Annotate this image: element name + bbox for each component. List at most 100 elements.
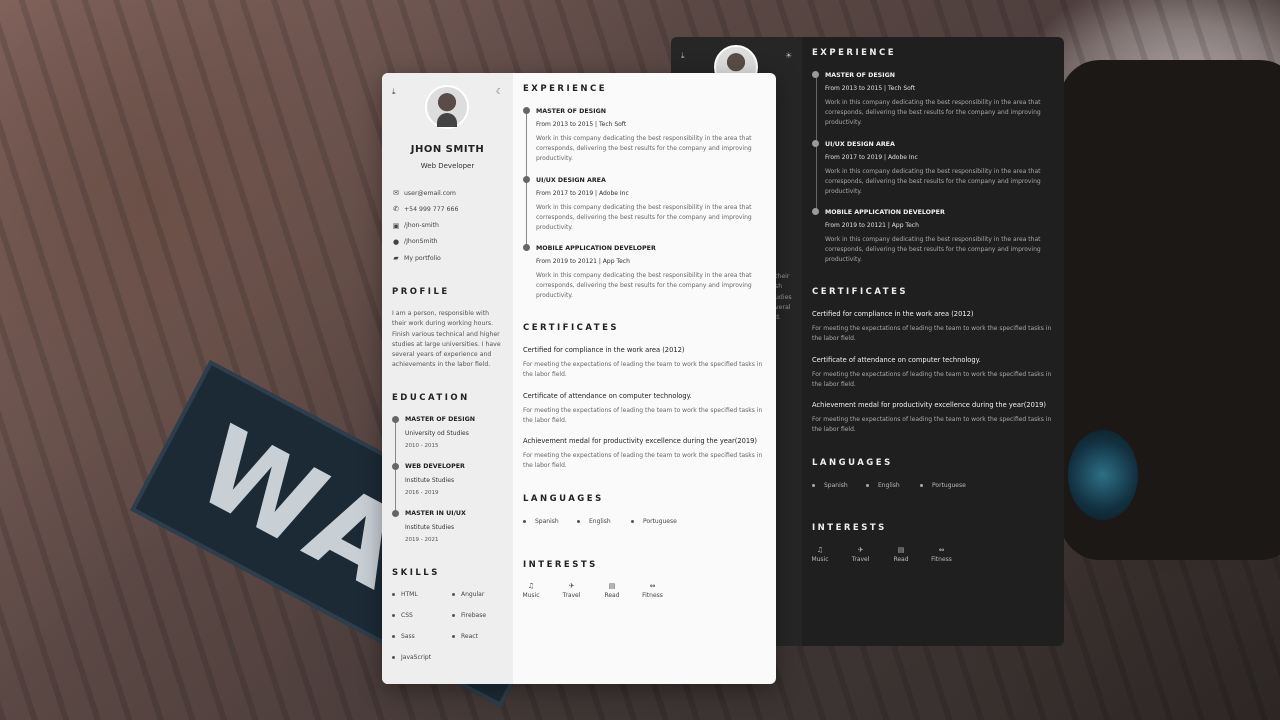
education-title: MASTER IN UI/UX xyxy=(405,510,466,517)
contact-text[interactable]: user@email.com xyxy=(404,190,456,197)
timeline-dot xyxy=(812,139,819,147)
education-school: University od Studies xyxy=(405,430,469,437)
language-item: English xyxy=(577,518,611,525)
contact-item[interactable]: ▣ /jhon-smith xyxy=(392,222,439,230)
dark-peek-text: udies xyxy=(775,293,792,301)
moon-icon[interactable]: ☾ xyxy=(496,87,503,96)
contact-text[interactable]: My portfolio xyxy=(404,255,441,262)
skill-item: CSS xyxy=(392,612,413,619)
education-heading: EDUCATION xyxy=(392,393,470,403)
experience-title: MOBILE APPLICATION DEVELOPER xyxy=(536,245,656,252)
interests-heading: INTERESTS xyxy=(812,523,887,533)
folder-icon: ▰ xyxy=(393,254,399,263)
language-item: Portuguese xyxy=(631,518,677,525)
certificate-title: Achievement medal for productivity excel… xyxy=(812,401,1046,409)
download-icon[interactable]: ⤓ xyxy=(392,87,396,97)
interest-label: Travel xyxy=(562,592,581,599)
contact-item[interactable]: ✉ user@email.com xyxy=(392,189,456,197)
certificate-title: Certified for compliance in the work are… xyxy=(523,346,685,354)
experience-meta: From 2019 to 20121 | App Tech xyxy=(536,258,630,265)
dark-peek-text: veral xyxy=(775,303,791,311)
timeline-dot xyxy=(812,71,819,78)
profile-name: JHON SMITH xyxy=(410,144,485,155)
interest-item: ✈ Travel xyxy=(846,546,876,563)
certificate-title: Certified for compliance in the work are… xyxy=(812,310,974,318)
timeline-dot xyxy=(523,107,530,114)
education-title: WEB DEVELOPER xyxy=(405,463,465,470)
experience-description: Work in this company dedicating the best… xyxy=(825,167,1041,195)
timeline-dot xyxy=(392,463,399,470)
experience-description: Work in this company dedicating the best… xyxy=(536,135,752,162)
language-item: English xyxy=(866,482,900,489)
languages-heading: LANGUAGES xyxy=(523,494,604,504)
resume-main: EXPERIENCE MASTER OF DESIGN From 2013 to … xyxy=(513,73,776,684)
github-icon: ● xyxy=(392,237,400,246)
certificate-description: For meeting the expectations of leading … xyxy=(812,370,1052,388)
experience-title: MOBILE APPLICATION DEVELOPER xyxy=(825,209,945,216)
headphones-icon: ♫ xyxy=(527,582,535,590)
dark-main: EXPERIENCE MASTER OF DESIGN From 2013 to … xyxy=(802,37,1064,646)
timeline-dot xyxy=(392,416,399,423)
contact-item[interactable]: ✆ +54 999 777 666 xyxy=(392,205,458,213)
headphones-icon: ♫ xyxy=(816,546,824,554)
traffic-light-lamp xyxy=(1068,430,1138,520)
skill-item: Firebase xyxy=(452,612,486,619)
skills-heading: SKILLS xyxy=(392,568,440,578)
language-item: Spanish xyxy=(523,518,559,525)
certificate-title: Certificate of attendance on computer te… xyxy=(812,355,981,364)
timeline-dot xyxy=(812,208,819,215)
experience-title: MASTER OF DESIGN xyxy=(536,108,607,115)
sun-icon[interactable]: ☀ xyxy=(785,51,792,60)
education-school: Institute Studies xyxy=(405,524,455,531)
skill-item: Sass xyxy=(392,633,415,640)
interest-item: ▤ Read xyxy=(886,546,916,563)
experience-heading: EXPERIENCE xyxy=(523,84,608,94)
interest-label: Read xyxy=(604,592,620,599)
interest-item: ⇔ Fitness xyxy=(927,546,957,563)
interest-item: ♫ Music xyxy=(805,546,835,563)
interest-label: Fitness xyxy=(642,592,663,599)
interest-item: ♫ Music xyxy=(516,582,546,599)
experience-meta: From 2019 to 20121 | App Tech xyxy=(825,222,919,229)
experience-meta: From 2017 to 2019 | Adobe Inc xyxy=(536,189,629,197)
contact-text[interactable]: /jhon-smith xyxy=(404,222,439,229)
certificate-description: For meeting the expectations of leading … xyxy=(523,452,763,469)
certificate-title: Achievement medal for productivity excel… xyxy=(523,437,757,445)
contact-item[interactable]: ● /JhonSmith xyxy=(392,238,438,246)
book-icon: ▤ xyxy=(608,582,616,590)
contact-text[interactable]: +54 999 777 666 xyxy=(404,206,458,213)
certificate-description: For meeting the expectations of leading … xyxy=(812,416,1052,433)
education-years: 2019 - 2021 xyxy=(405,537,439,543)
education-school: Institute Studies xyxy=(405,477,455,484)
experience-description: Work in this company dedicating the best… xyxy=(825,236,1041,263)
dark-peek-text: their xyxy=(775,273,790,280)
resume-sidebar: ⤓ ☾ JHON SMITH Web Developer ✉ user@email… xyxy=(382,73,513,684)
plane-icon: ✈ xyxy=(857,546,864,554)
phone-icon: ✆ xyxy=(393,205,399,214)
experience-title: UI/UX DESIGN AREA xyxy=(536,176,606,184)
certificate-description: For meeting the expectations of leading … xyxy=(812,325,1052,342)
interest-item: ▤ Read xyxy=(597,582,627,599)
skill-item: JavaScript xyxy=(392,654,431,661)
experience-description: Work in this company dedicating the best… xyxy=(536,203,752,231)
timeline-dot xyxy=(392,510,399,517)
interest-label: Music xyxy=(522,592,540,599)
timeline-dot xyxy=(523,175,530,183)
skill-item: HTML xyxy=(392,591,418,598)
certificate-description: For meeting the expectations of leading … xyxy=(523,406,763,424)
avatar xyxy=(425,85,469,129)
education-title: MASTER OF DESIGN xyxy=(405,416,476,423)
experience-heading: EXPERIENCE xyxy=(812,48,897,58)
profile-heading: PROFILE xyxy=(392,287,450,297)
language-item: Portuguese xyxy=(920,482,966,489)
contact-text[interactable]: /JhonSmith xyxy=(404,238,438,245)
contact-item[interactable]: ▰ My portfolio xyxy=(392,254,441,262)
experience-title: UI/UX DESIGN AREA xyxy=(825,140,895,148)
interests-heading: INTERESTS xyxy=(523,560,598,570)
language-item: Spanish xyxy=(812,482,848,489)
education-years: 2010 - 2015 xyxy=(405,443,439,449)
experience-meta: From 2013 to 2015 | Tech Soft xyxy=(536,121,627,128)
download-icon[interactable]: ⤓ xyxy=(681,51,685,61)
dumbbell-icon: ⇔ xyxy=(649,582,656,590)
dark-peek-text: sh xyxy=(775,283,783,291)
